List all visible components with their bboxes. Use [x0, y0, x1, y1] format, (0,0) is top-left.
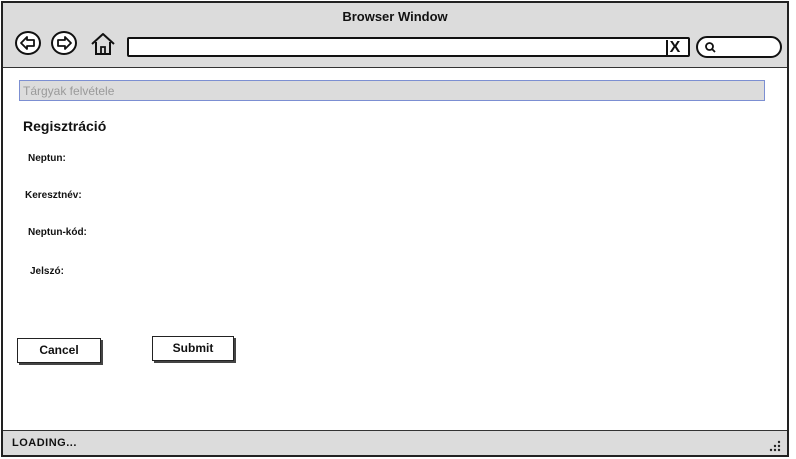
search-icon — [705, 42, 716, 53]
neptun-code-label: Neptun-kód: — [28, 227, 87, 238]
breadcrumb: Tárgyak felvétele — [19, 80, 765, 101]
neptun-label: Neptun: — [28, 153, 66, 164]
browser-titlebar: Browser Window X — [3, 3, 787, 68]
cancel-button[interactable]: Cancel — [17, 338, 101, 363]
forward-button[interactable] — [51, 31, 77, 55]
browser-window: Browser Window X Tárgyak felvétele Regis… — [1, 1, 789, 457]
resize-grip-icon[interactable] — [767, 438, 781, 452]
close-icon: X — [669, 39, 681, 56]
home-button[interactable] — [89, 31, 117, 57]
clear-url-button[interactable]: X — [664, 39, 686, 57]
back-button[interactable] — [15, 31, 41, 55]
address-bar[interactable] — [127, 37, 690, 57]
forward-arrow-icon — [57, 36, 72, 50]
window-title: Browser Window — [342, 9, 448, 24]
submit-button[interactable]: Submit — [152, 336, 234, 361]
first-name-label: Keresztnév: — [25, 190, 82, 201]
page-content: Tárgyak felvétele Regisztráció Neptun: K… — [3, 68, 787, 436]
home-icon — [91, 33, 115, 55]
back-arrow-icon — [20, 36, 35, 50]
password-label: Jelszó: — [30, 266, 64, 277]
search-input[interactable] — [696, 36, 782, 58]
status-bar: LOADING... — [3, 430, 787, 455]
status-text: LOADING... — [12, 437, 77, 449]
page-title: Regisztráció — [23, 118, 107, 134]
